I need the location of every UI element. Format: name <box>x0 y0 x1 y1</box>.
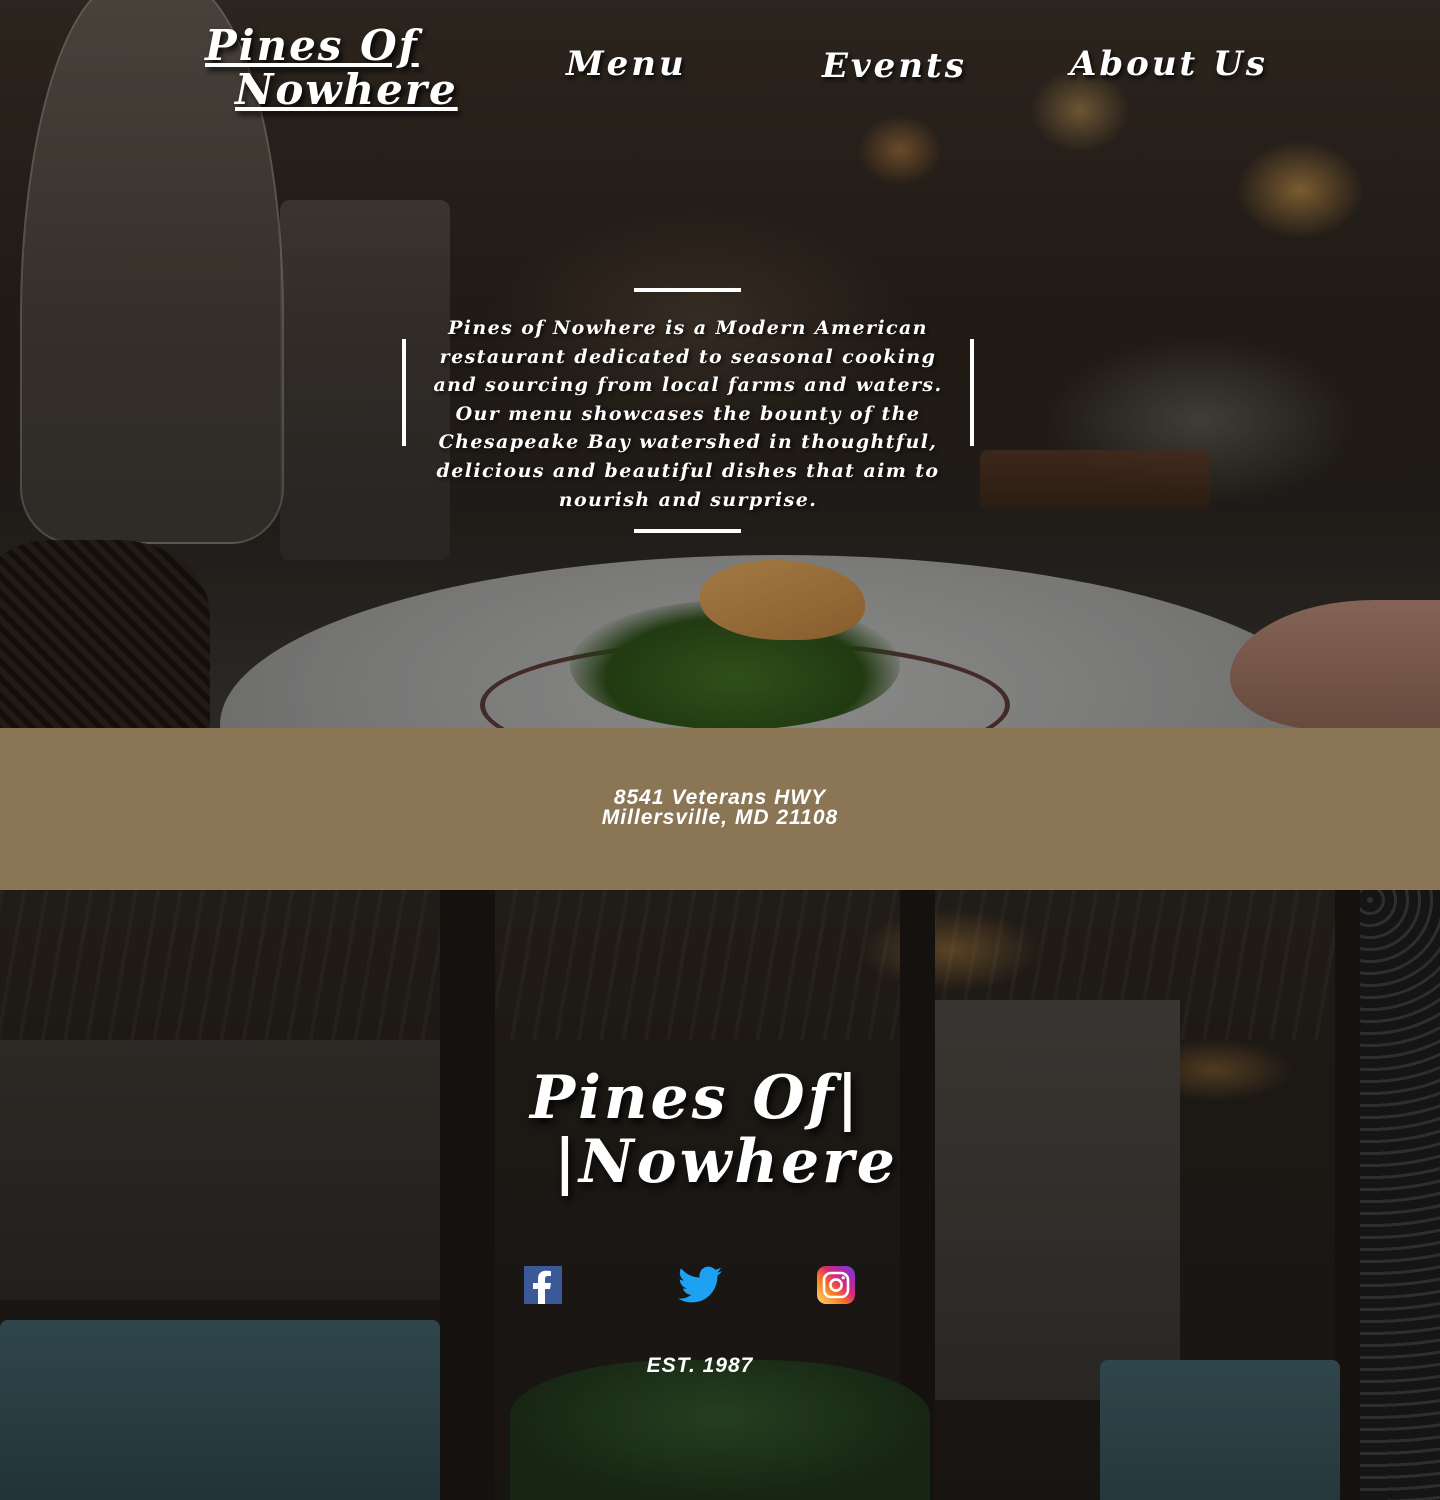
blurb-top-rule <box>634 288 741 292</box>
logo-line-2: Nowhere <box>235 65 458 114</box>
blurb-left-rule <box>402 339 406 446</box>
address-band: 8541 Veterans HWY Millersville, MD 21108 <box>0 728 1440 890</box>
address: 8541 Veterans HWY Millersville, MD 21108 <box>0 786 1440 829</box>
hero-section: Pines Of Nowhere Menu Events About Us Pi… <box>0 0 1440 728</box>
address-city: Millersville, MD 21108 <box>601 806 839 829</box>
nav-about-link[interactable]: About Us <box>1070 44 1268 84</box>
nav-menu-link[interactable]: Menu <box>566 44 687 84</box>
nav-events-link[interactable]: Events <box>822 46 967 86</box>
footer-logo: Pines Of| |Nowhere <box>530 1066 898 1194</box>
facebook-link[interactable] <box>524 1266 562 1304</box>
footer-logo-line-1: Pines Of| <box>530 1063 862 1133</box>
twitter-link[interactable] <box>678 1266 722 1304</box>
address-street: 8541 Veterans HWY <box>613 786 827 809</box>
instagram-icon <box>817 1266 855 1304</box>
instagram-link[interactable] <box>817 1266 855 1304</box>
facebook-icon <box>524 1266 562 1304</box>
established-year: EST. 1987 <box>646 1354 754 1377</box>
site-logo[interactable]: Pines Of Nowhere <box>205 24 458 112</box>
twitter-icon <box>678 1266 722 1303</box>
restaurant-description: Pines of Nowhere is a Modern American re… <box>433 317 943 511</box>
blurb-bottom-rule <box>634 529 741 533</box>
footer-section: Pines Of| |Nowhere EST. 1987 <box>0 890 1440 1500</box>
footer-logo-line-2: |Nowhere <box>554 1127 898 1197</box>
logo-line-1: Pines Of <box>205 21 419 70</box>
blurb-right-rule <box>970 339 974 446</box>
